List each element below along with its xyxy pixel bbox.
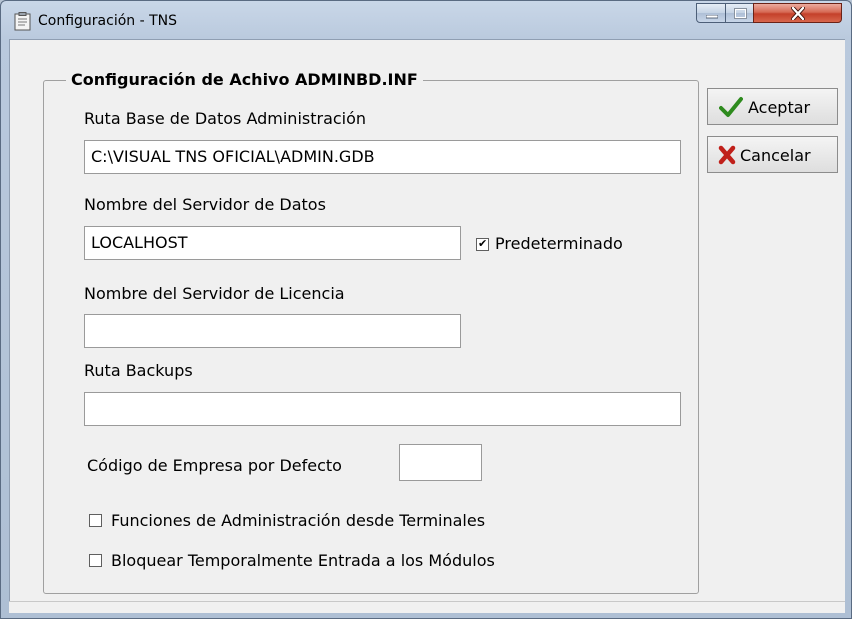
cancelar-label: Cancelar (740, 146, 811, 165)
bloquear-checkbox[interactable] (89, 554, 102, 567)
servidor-licencia-input[interactable] (84, 314, 461, 348)
window-title: Configuración - TNS (38, 13, 178, 29)
groupbox-legend: Configuración de Achivo ADMINBD.INF (66, 70, 423, 89)
cancelar-button[interactable]: Cancelar (707, 136, 838, 173)
dialog-client-area: Configuración de Achivo ADMINBD.INF Ruta… (9, 39, 845, 612)
maximize-button[interactable] (725, 3, 754, 23)
aceptar-button[interactable]: Aceptar (707, 88, 838, 125)
close-icon (791, 7, 805, 20)
check-mark-icon: ✔ (478, 237, 488, 250)
close-button[interactable] (753, 3, 842, 23)
servidor-licencia-label: Nombre del Servidor de Licencia (84, 284, 345, 303)
minimize-icon (706, 15, 718, 19)
window-controls (696, 3, 842, 25)
maximize-icon (734, 8, 747, 19)
servidor-datos-label: Nombre del Servidor de Datos (84, 195, 326, 214)
dialog-window: Configuración - TNS Configuración de Ach… (0, 0, 852, 619)
app-icon (14, 12, 31, 31)
funciones-admin-label[interactable]: Funciones de Administración desde Termin… (111, 511, 485, 530)
bloquear-label[interactable]: Bloquear Temporalmente Entrada a los Mód… (111, 551, 495, 570)
ruta-bd-input[interactable]: C:\VISUAL TNS OFICIAL\ADMIN.GDB (84, 140, 681, 174)
predeterminado-checkbox[interactable]: ✔ (476, 237, 489, 251)
status-bar (9, 601, 845, 613)
ruta-bd-label: Ruta Base de Datos Administración (84, 109, 367, 128)
codigo-empresa-input[interactable] (399, 444, 482, 481)
ruta-backups-input[interactable] (84, 392, 681, 426)
predeterminado-label[interactable]: Predeterminado (495, 234, 623, 253)
codigo-empresa-label: Código de Empresa por Defecto (87, 456, 342, 475)
funciones-admin-checkbox[interactable] (89, 514, 102, 527)
aceptar-label: Aceptar (748, 98, 811, 117)
title-bar[interactable]: Configuración - TNS (1, 1, 851, 39)
ruta-backups-label: Ruta Backups (84, 361, 193, 380)
servidor-datos-input[interactable]: LOCALHOST (84, 226, 461, 260)
minimize-button[interactable] (696, 3, 726, 23)
cross-icon (718, 145, 736, 165)
checkmark-icon (719, 97, 743, 117)
